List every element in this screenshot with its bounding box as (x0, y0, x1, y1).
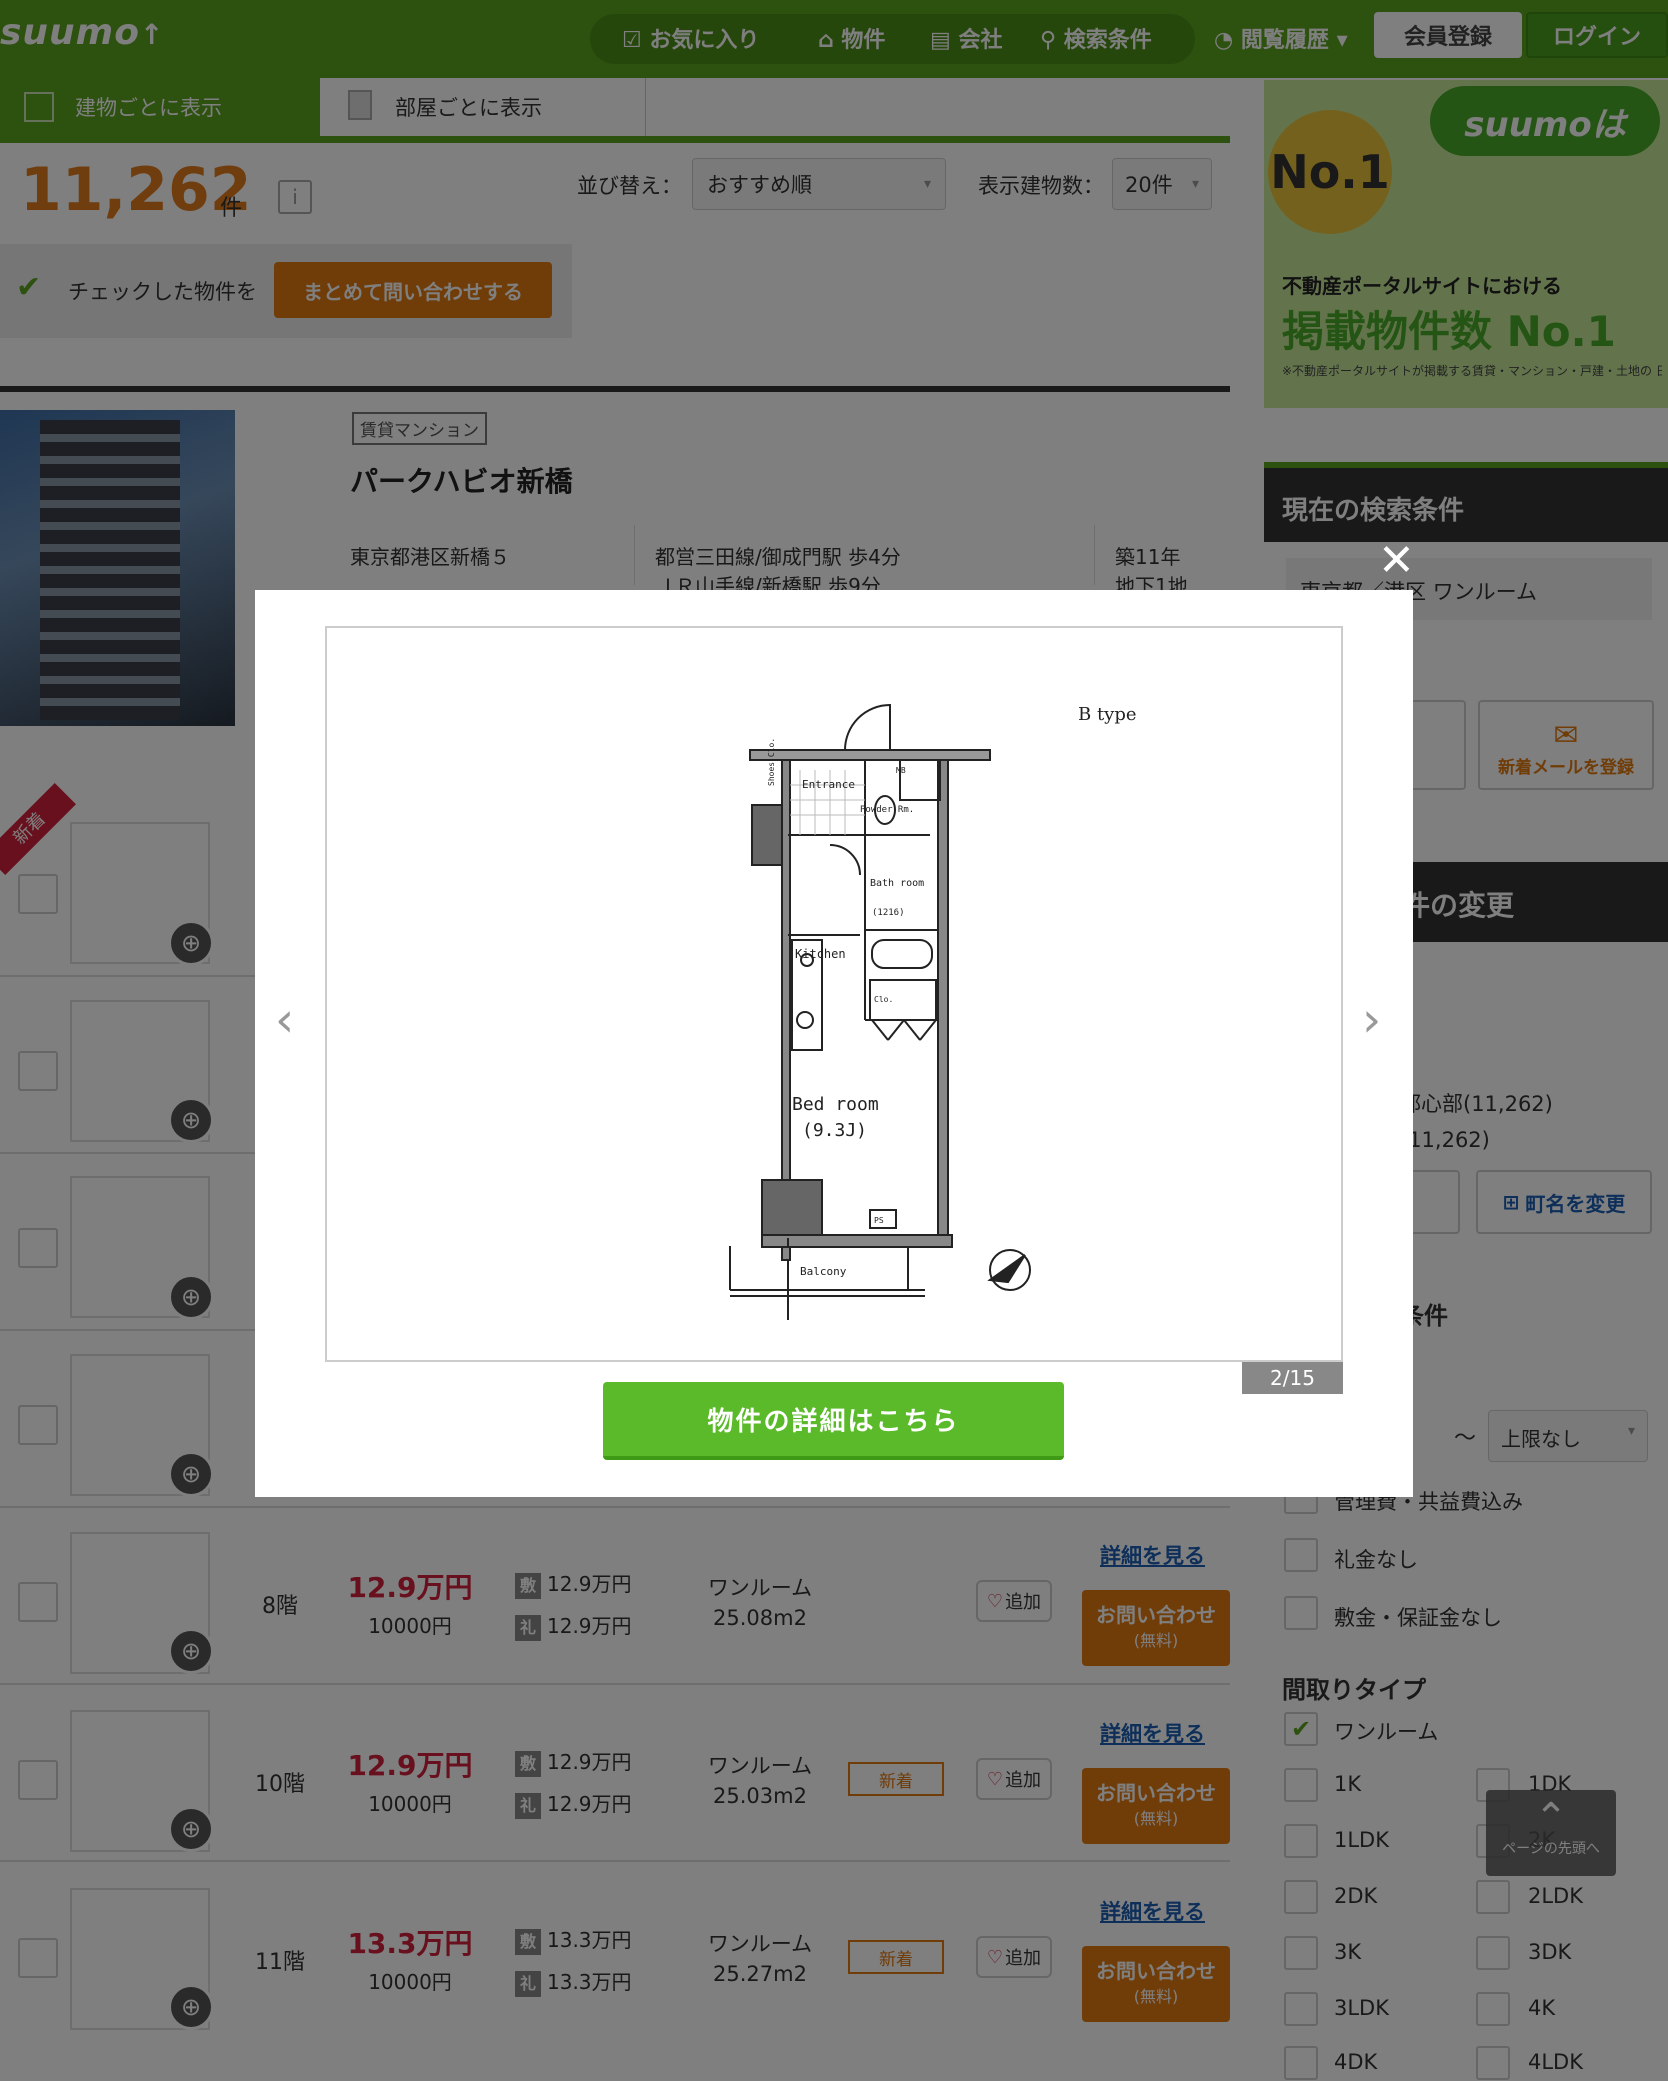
plan-label-balcony: Balcony (800, 1265, 847, 1278)
plan-label-bathroom: Bath room (870, 878, 924, 889)
plan-label-kitchen: Kitchen (795, 947, 846, 961)
plan-label-powder: Powder Rm. (860, 805, 914, 815)
plan-label-bedroom: Bed room (792, 1094, 879, 1115)
plan-type-label: B type (1078, 704, 1137, 725)
property-detail-button[interactable]: 物件の詳細はこちら (603, 1382, 1064, 1460)
plan-label-mb: MB (896, 766, 906, 775)
image-counter: 2/15 (1242, 1362, 1343, 1394)
prev-arrow-icon[interactable]: ‹ (275, 992, 294, 1048)
plan-label-clo: Clo. (874, 995, 893, 1004)
plan-label-bedroom-size: (9.3J) (802, 1120, 867, 1141)
close-icon[interactable]: ✕ (1378, 535, 1415, 586)
floorplan-drawing: Entrance Shoes Clo. Powder Rm. Bath room… (729, 703, 1031, 1320)
plan-label-shoes: Shoes Clo. (767, 738, 776, 786)
next-arrow-icon[interactable]: › (1362, 992, 1381, 1048)
plan-label-bath-size: (1216) (872, 908, 905, 918)
plan-label-ps: PS (874, 1216, 884, 1225)
plan-label-entrance: Entrance (802, 778, 855, 791)
